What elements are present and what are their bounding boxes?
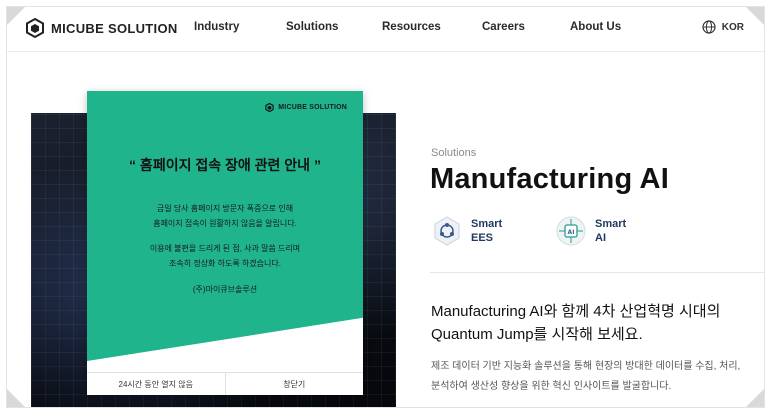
language-selector[interactable]: KOR [702, 20, 744, 34]
logo[interactable]: MICUBE SOLUTION [25, 18, 178, 38]
ees-icon [434, 216, 460, 246]
popup-text-line: 금일 당사 홈페이지 방문자 폭증으로 인해 [156, 204, 294, 213]
description-line-1: 제조 데이터 기반 지능화 솔루션을 통해 현장의 방대한 데이터를 수집, 처… [431, 361, 741, 372]
corner-decoration [7, 7, 25, 25]
notice-popup: MICUBE SOLUTION “ 홈페이지 접속 장애 관련 안내 ” 금일 … [87, 91, 363, 395]
globe-icon [702, 20, 716, 34]
corner-decoration [7, 389, 25, 407]
popup-text-line: 이용에 불편을 드리게 된 점, 사과 말씀 드리며 [149, 244, 301, 253]
nav-careers[interactable]: Careers [482, 21, 525, 33]
popup-logo: MICUBE SOLUTION [265, 103, 347, 112]
description: 제조 데이터 기반 지능화 솔루션을 통해 현장의 방대한 데이터를 수집, 처… [431, 357, 740, 397]
popup-signature: (주)마이큐브솔루션 [192, 285, 258, 294]
headline-line-2: Quantum Jump를 시작해 보세요. [431, 326, 643, 343]
micube-logo-icon [265, 103, 274, 112]
product-label-line1: Smart [595, 218, 627, 230]
section-eyebrow: Solutions [431, 147, 477, 159]
popup-text-line: 홈페이지 접속이 원활하지 않음을 알립니다. [153, 219, 297, 228]
nav-solutions[interactable]: Solutions [286, 21, 338, 33]
nav-about-us[interactable]: About Us [570, 21, 621, 33]
description-line-2: 분석하여 생산성 향상을 위한 혁신 인사이트를 발굴합니다. [431, 381, 672, 392]
popup-paragraph-2: 이용에 불편을 드리게 된 점, 사과 말씀 드리며 조속히 정상화 하도록 하… [87, 241, 363, 271]
popup-paragraph-1: 금일 당사 홈페이지 방문자 폭증으로 인해 홈페이지 접속이 원활하지 않음을… [87, 201, 363, 231]
popup-text-line: 조속히 정상화 하도록 하겠습니다. [169, 259, 281, 268]
product-label-line2: AI [595, 232, 606, 244]
logo-text: MICUBE SOLUTION [51, 20, 178, 36]
headline: Manufacturing AI와 함께 4차 산업혁명 시대의 Quantum… [431, 300, 720, 346]
product-label: Smart AI [595, 217, 626, 245]
divider [430, 272, 764, 273]
dont-show-24h-button[interactable]: 24시간 동안 열지 않음 [87, 373, 225, 395]
popup-footer: 24시간 동안 열지 않음 창닫기 [87, 372, 363, 395]
product-label-line2: EES [471, 232, 494, 244]
micube-logo-icon [26, 18, 44, 38]
nav-industry[interactable]: Industry [194, 21, 239, 33]
corner-decoration [746, 389, 764, 407]
page-title: Manufacturing AI [430, 163, 669, 195]
close-popup-button[interactable]: 창닫기 [224, 373, 364, 395]
headline-line-1: Manufacturing AI와 함께 4차 산업혁명 시대의 [431, 303, 721, 320]
site-header: MICUBE SOLUTION Industry Solutions Resou… [7, 7, 764, 52]
popup-title: “ 홈페이지 접속 장애 관련 안내 ” [129, 157, 321, 173]
product-label-line1: Smart [471, 218, 503, 230]
ai-chip-icon: AI [556, 216, 586, 246]
nav-resources[interactable]: Resources [382, 21, 441, 33]
page-frame: MICUBE SOLUTION Industry Solutions Resou… [6, 6, 765, 408]
product-smart-ai[interactable]: AI Smart AI [555, 215, 626, 247]
popup-logo-text: MICUBE SOLUTION [278, 104, 347, 111]
product-smart-ees[interactable]: Smart EES [431, 215, 502, 247]
product-label: Smart EES [471, 217, 502, 245]
corner-decoration [746, 7, 764, 25]
language-label: KOR [721, 21, 744, 33]
svg-text:AI: AI [568, 229, 575, 236]
